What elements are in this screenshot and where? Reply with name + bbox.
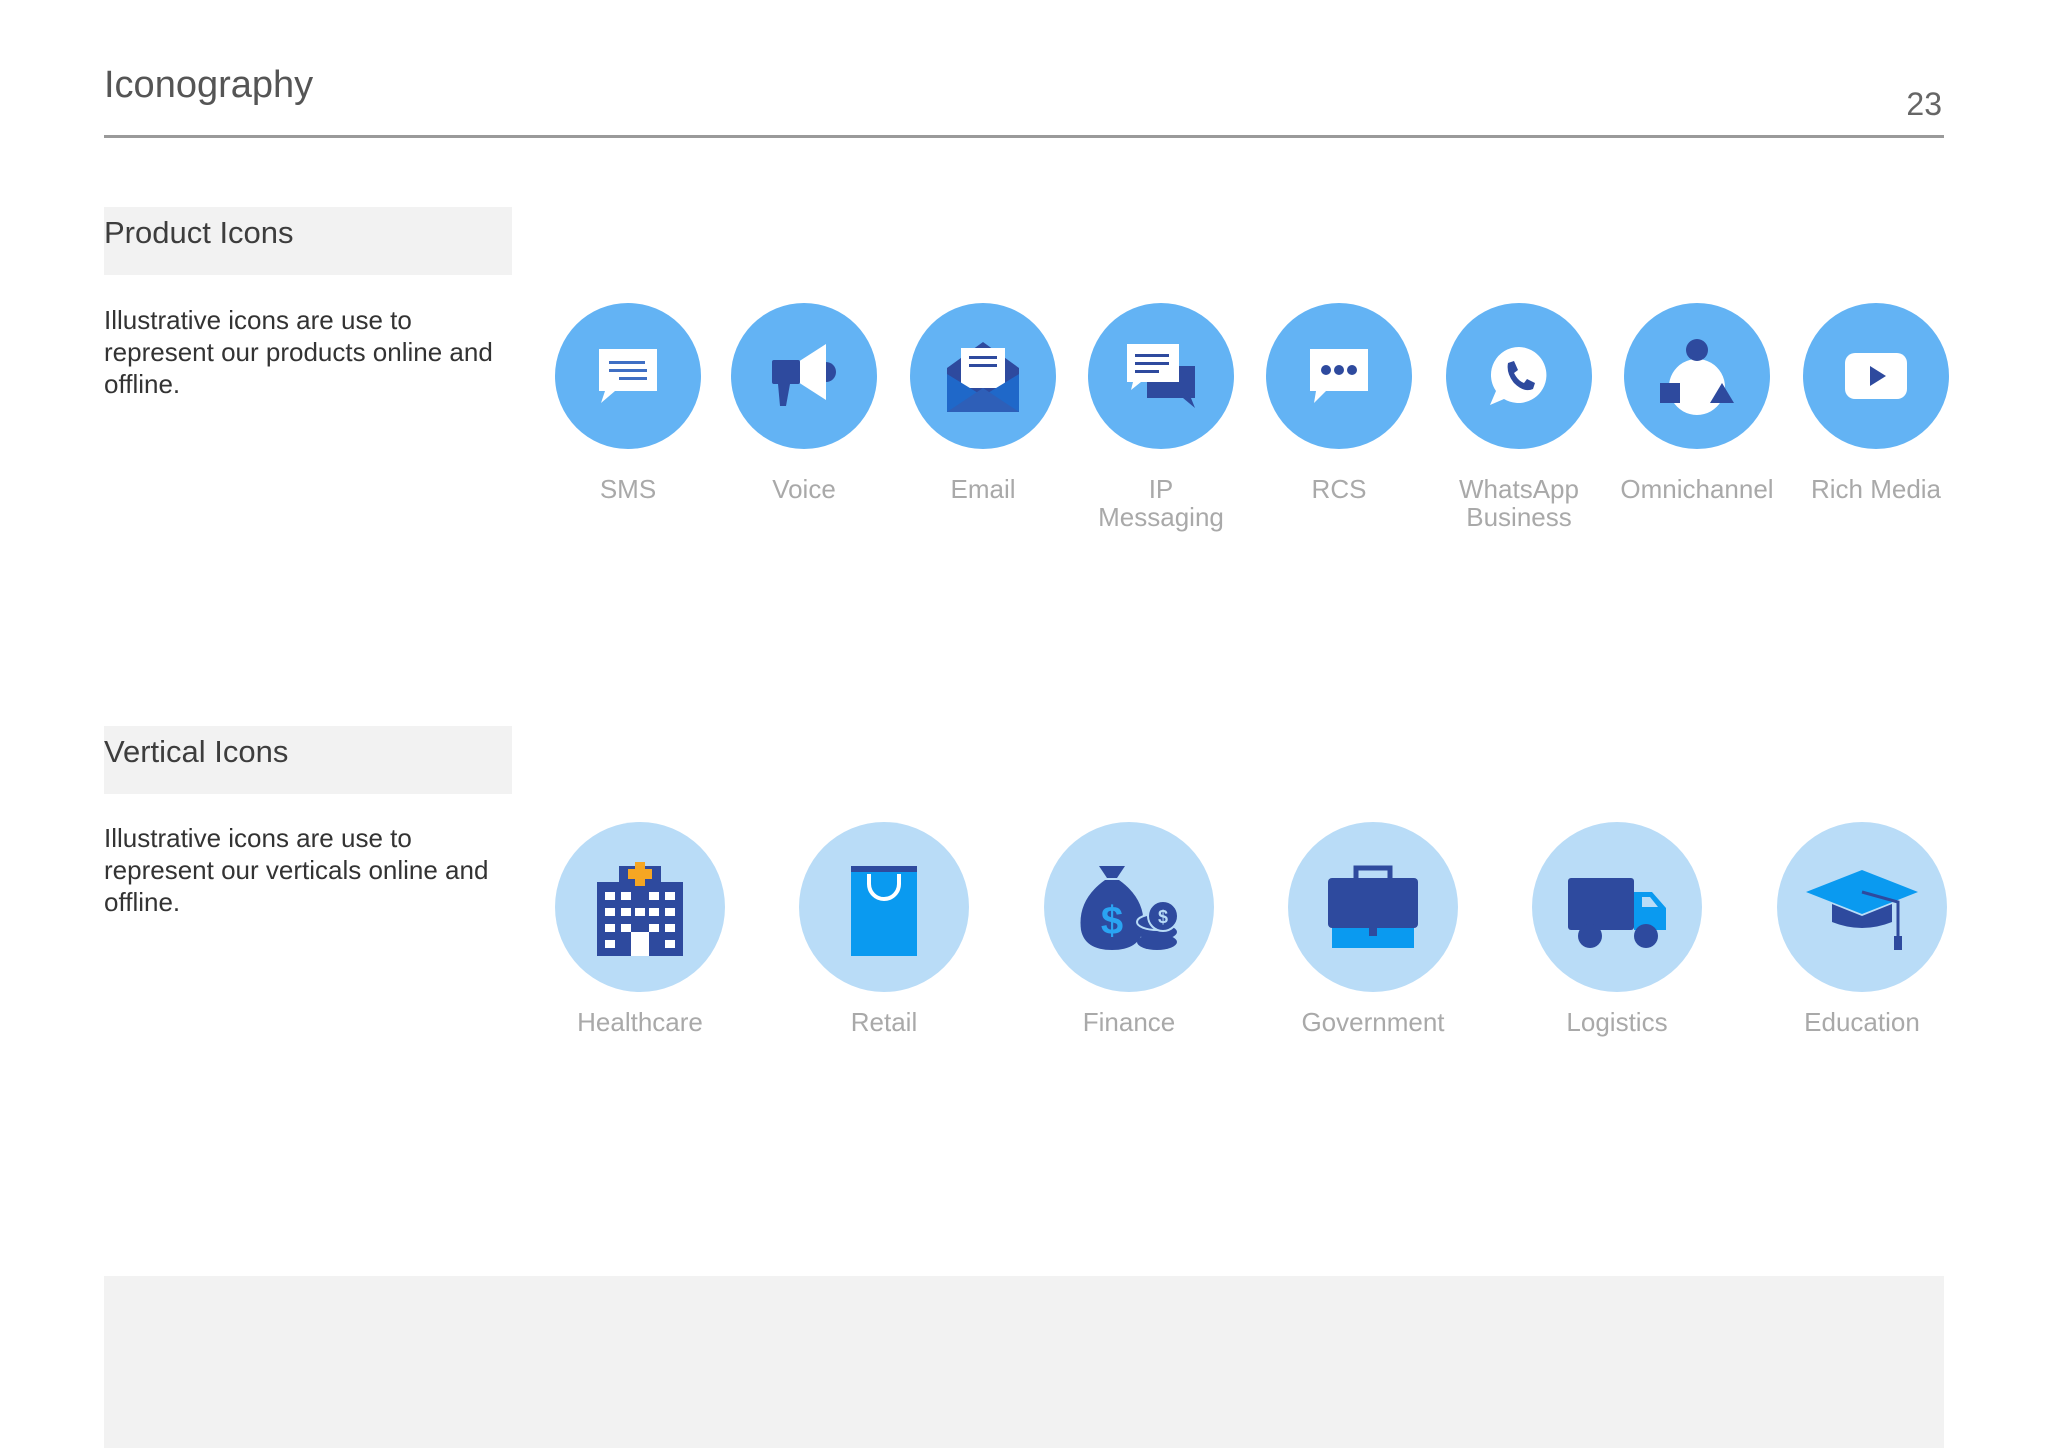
icon-label: WhatsApp Business: [1459, 474, 1579, 532]
header-divider: [104, 135, 1944, 138]
product-icon-email: Email: [893, 303, 1073, 503]
icon-label: Email: [950, 474, 1016, 504]
chat-bubbles-icon: [1088, 303, 1234, 449]
product-icon-rcs: RCS: [1249, 303, 1429, 503]
product-section-title: Product Icons: [104, 215, 294, 250]
product-icon-voice: Voice: [714, 303, 894, 503]
vertical-section-header: Vertical Icons: [104, 726, 512, 794]
vertical-icon-education: Education: [1762, 822, 1962, 1036]
icon-label: Healthcare: [577, 1007, 703, 1037]
play-icon: [1803, 303, 1949, 449]
briefcase-icon: [1288, 822, 1458, 992]
product-icon-sms: SMS: [538, 303, 718, 503]
whatsapp-icon: [1446, 303, 1592, 449]
icon-label: Logistics: [1566, 1007, 1668, 1037]
page-number: 23: [1906, 86, 1942, 122]
product-section-header: Product Icons: [104, 207, 512, 275]
shopping-bag-icon: [799, 822, 969, 992]
product-icon-rich-media: Rich Media: [1786, 303, 1966, 503]
product-icon-whatsapp-business: WhatsApp Business: [1429, 303, 1609, 531]
envelope-icon: [910, 303, 1056, 449]
vertical-icon-logistics: Logistics: [1517, 822, 1717, 1036]
product-section-description: Illustrative icons are use to represent …: [104, 305, 493, 399]
icon-label: Omnichannel: [1620, 474, 1774, 504]
icon-label: RCS: [1311, 474, 1367, 504]
vertical-icon-government: Government: [1273, 822, 1473, 1036]
icon-label: Finance: [1082, 1007, 1176, 1037]
vertical-icon-finance: $ $ Finance: [1029, 822, 1229, 1036]
graduation-cap-icon: [1777, 822, 1947, 992]
vertical-section-title: Vertical Icons: [104, 734, 289, 769]
svg-text:$: $: [1158, 907, 1168, 927]
footer-band: [104, 1276, 1944, 1448]
vertical-icon-healthcare: Healthcare: [540, 822, 740, 1036]
icon-label: IP Messaging: [1098, 474, 1224, 532]
hospital-icon: [555, 822, 725, 992]
vertical-section-description: Illustrative icons are use to represent …: [104, 823, 489, 917]
megaphone-icon: [731, 303, 877, 449]
vertical-icon-retail: Retail: [784, 822, 984, 1036]
icon-label: Government: [1301, 1007, 1445, 1037]
money-bag-icon: $ $: [1044, 822, 1214, 992]
icon-label: SMS: [599, 474, 657, 504]
icon-label: Rich Media: [1810, 474, 1942, 504]
icon-label: Retail: [850, 1007, 918, 1037]
rcs-chat-icon: [1266, 303, 1412, 449]
truck-icon: [1532, 822, 1702, 992]
sms-icon: [555, 303, 701, 449]
icon-label: Voice: [772, 474, 836, 504]
product-icon-omnichannel: Omnichannel: [1607, 303, 1787, 503]
page-title: Iconography: [104, 64, 314, 106]
icon-label: Education: [1804, 1007, 1920, 1037]
product-icon-ip-messaging: IP Messaging: [1071, 303, 1251, 531]
shapes-icon: [1624, 303, 1770, 449]
svg-text:$: $: [1101, 899, 1123, 943]
